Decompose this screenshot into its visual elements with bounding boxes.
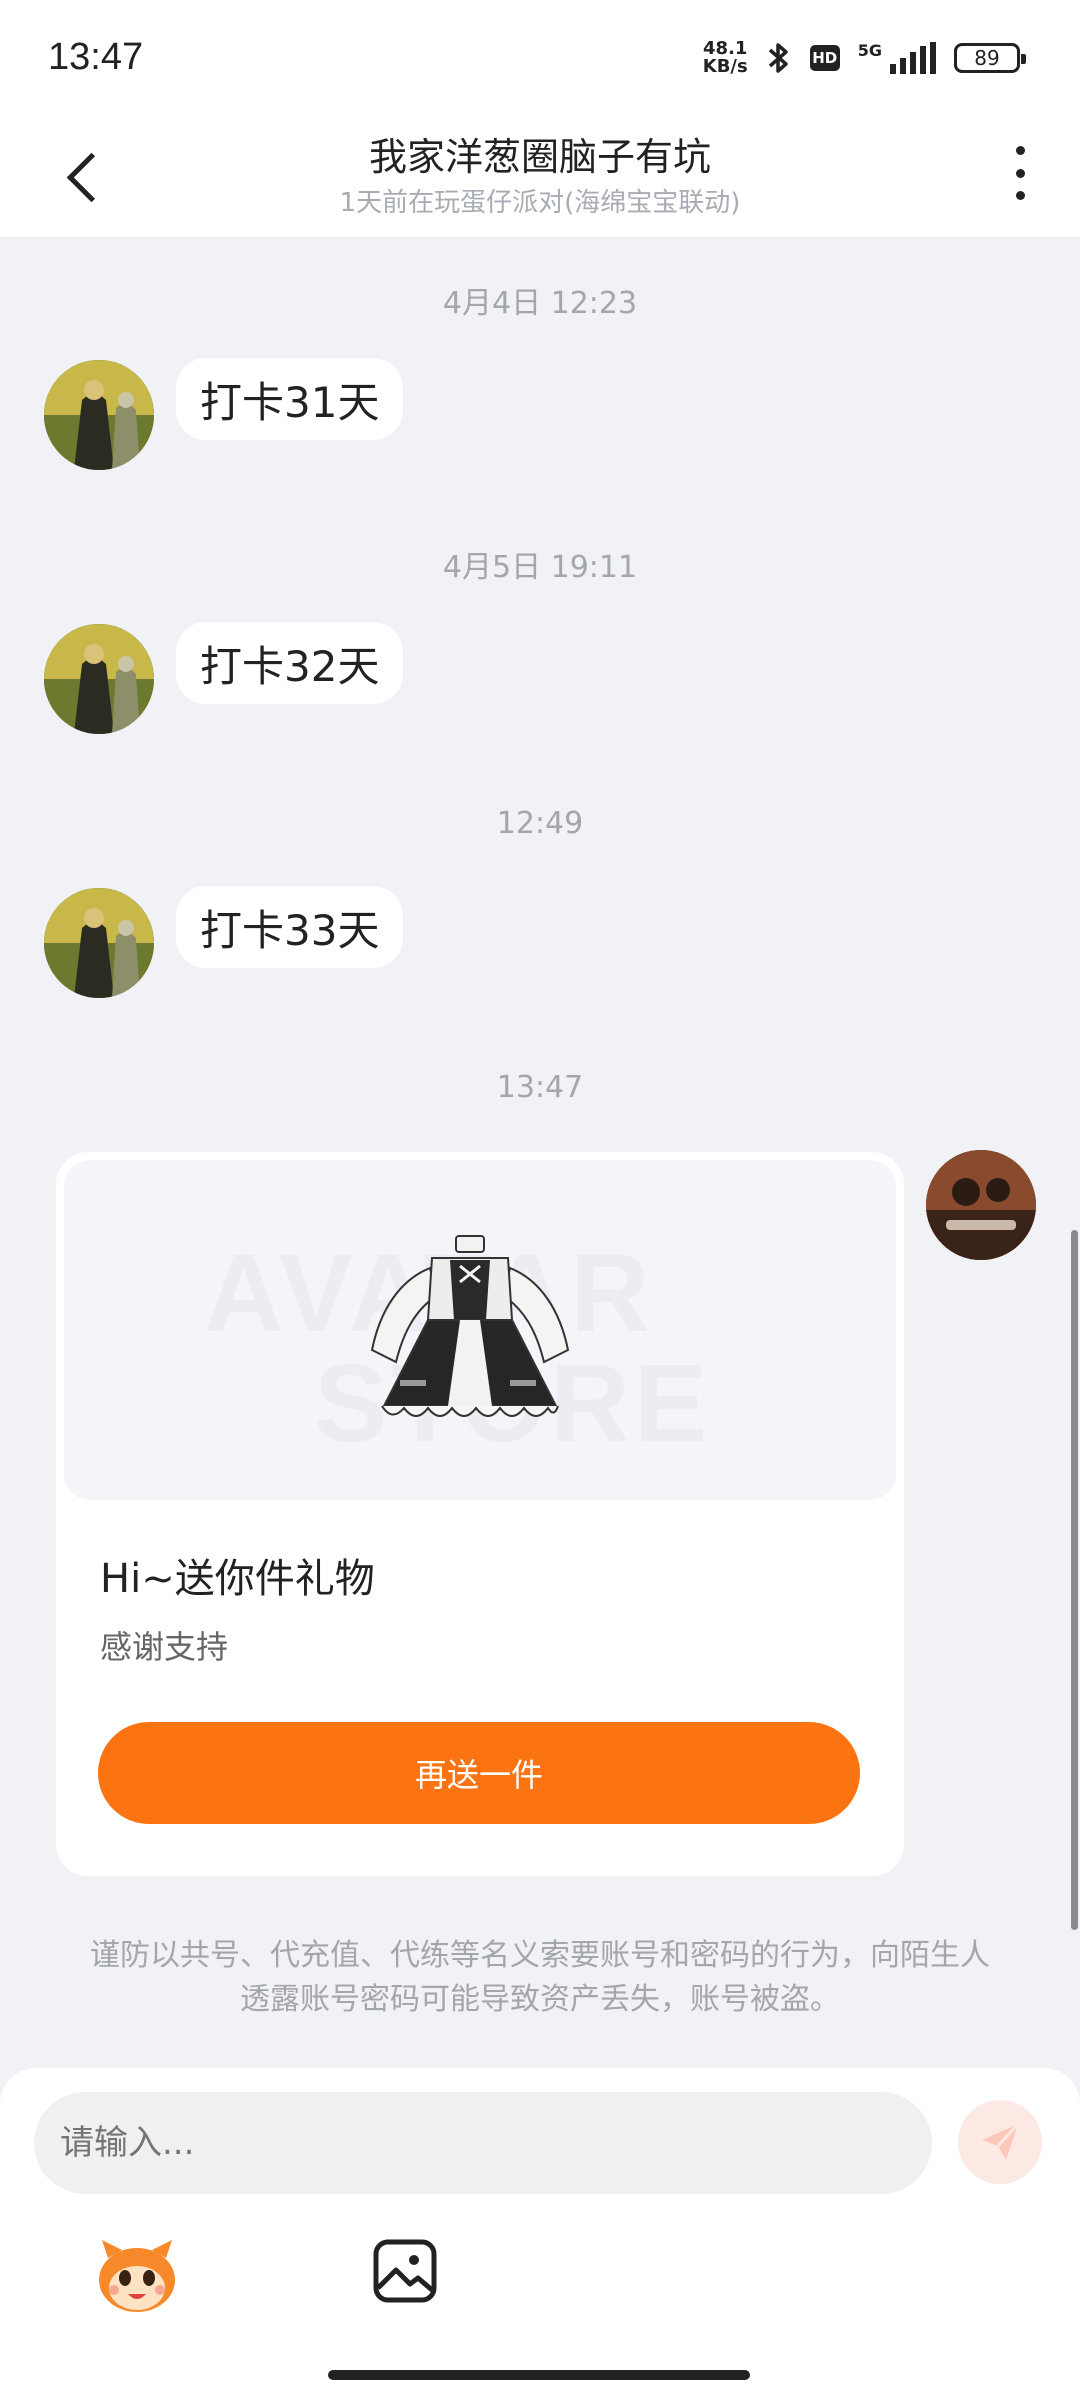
mascot-emoji-icon bbox=[99, 2240, 175, 2312]
gift-card[interactable]: AVATAR STORE Hi~送你件礼物 感谢支持 再送一件 bbox=[56, 1152, 904, 1876]
send-icon bbox=[982, 2122, 1020, 2160]
security-warning: 谨防以共号、代充值、代练等名义索要账号和密码的行为，向陌生人透露账号密码可能导致… bbox=[90, 1938, 990, 2017]
send-another-gift-button[interactable]: 再送一件 bbox=[98, 1722, 860, 1824]
composer-bar bbox=[0, 2068, 1080, 2400]
signal-icon bbox=[890, 42, 936, 74]
status-bar: 13:47 48.1 KB/s HD 5G 89 bbox=[0, 0, 1080, 110]
image-icon bbox=[373, 2239, 437, 2303]
bluetooth-icon bbox=[768, 43, 788, 73]
chat-header: 我家洋葱圈脑子有坑 1天前在玩蛋仔派对(海绵宝宝联动) bbox=[0, 110, 1080, 238]
more-dot-icon bbox=[1015, 191, 1025, 200]
message-bubble[interactable]: 打卡31天 bbox=[176, 358, 404, 440]
gift-image-area: AVATAR STORE bbox=[64, 1160, 896, 1500]
message-timestamp: 12:49 bbox=[496, 806, 584, 841]
dress-icon bbox=[370, 1235, 570, 1417]
contact-avatar[interactable] bbox=[44, 360, 154, 470]
message-timestamp: 13:47 bbox=[496, 1070, 584, 1105]
contact-avatar[interactable] bbox=[44, 888, 154, 998]
my-avatar[interactable] bbox=[926, 1150, 1036, 1260]
network-type-label: 5G bbox=[857, 40, 882, 60]
status-time: 13:47 bbox=[48, 36, 144, 78]
more-menu-button[interactable] bbox=[1000, 140, 1040, 206]
avatar-image bbox=[44, 360, 154, 470]
chat-subtitle: 1天前在玩蛋仔派对(海绵宝宝联动) bbox=[339, 188, 741, 218]
message-timestamp: 4月4日 12:23 bbox=[442, 286, 638, 321]
scrollbar[interactable] bbox=[1071, 1230, 1078, 1930]
more-dot-icon bbox=[1015, 168, 1025, 178]
hd-icon: HD bbox=[809, 45, 840, 71]
avatar-image bbox=[44, 888, 154, 998]
image-picker-button[interactable] bbox=[370, 2236, 440, 2306]
avatar-image bbox=[926, 1150, 1036, 1260]
send-button[interactable] bbox=[958, 2100, 1042, 2184]
contact-avatar[interactable] bbox=[44, 624, 154, 734]
gift-title: Hi~送你件礼物 bbox=[100, 1556, 375, 1602]
message-bubble[interactable]: 打卡32天 bbox=[176, 622, 404, 704]
more-dot-icon bbox=[1015, 146, 1025, 155]
avatar-image bbox=[44, 624, 154, 734]
network-speed: 48.1 KB/s bbox=[702, 38, 748, 77]
gift-subtitle: 感谢支持 bbox=[100, 1628, 229, 1666]
message-timestamp: 4月5日 19:11 bbox=[442, 550, 638, 585]
emoji-button[interactable] bbox=[94, 2236, 180, 2316]
status-icons: 48.1 KB/s HD 5G 89 bbox=[702, 38, 1026, 78]
message-bubble[interactable]: 打卡33天 bbox=[176, 886, 404, 968]
battery-icon: 89 bbox=[954, 43, 1026, 73]
message-input[interactable] bbox=[34, 2092, 932, 2194]
chat-title: 我家洋葱圈脑子有坑 bbox=[368, 135, 711, 179]
home-indicator[interactable] bbox=[328, 2370, 750, 2380]
